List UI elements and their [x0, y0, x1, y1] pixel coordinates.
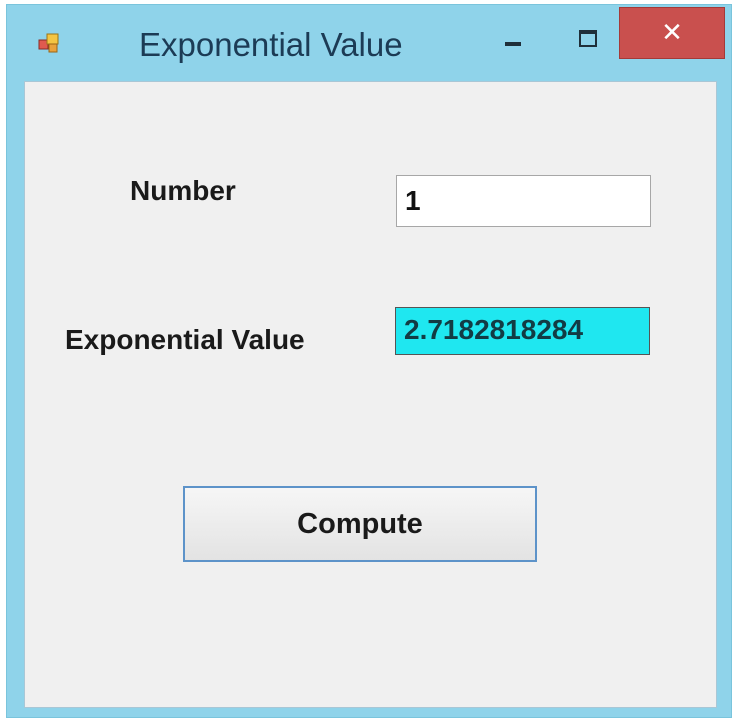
title-bar[interactable]: Exponential Value ✕	[7, 5, 731, 81]
app-window: Exponential Value ✕ Number Exponential V…	[6, 4, 732, 718]
number-input[interactable]	[396, 175, 651, 227]
close-button[interactable]: ✕	[619, 7, 725, 59]
exponential-value-label: Exponential Value	[65, 324, 305, 355]
maximize-button[interactable]	[568, 19, 608, 59]
compute-button[interactable]: Compute	[183, 486, 537, 562]
window-title: Exponential Value	[139, 26, 403, 63]
form-client-area: Number Exponential Value 2.7182818284 Co…	[24, 81, 717, 708]
minimize-button[interactable]	[493, 19, 533, 59]
exponential-value-output: 2.7182818284	[395, 307, 650, 355]
windows-form-icon[interactable]	[37, 31, 61, 55]
number-label: Number	[130, 175, 236, 206]
